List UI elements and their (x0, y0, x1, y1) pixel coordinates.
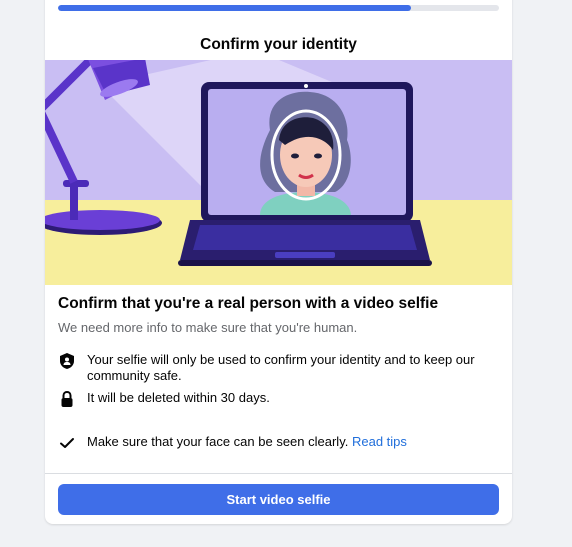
face-visible-text: Make sure that your face can be seen cle… (87, 434, 349, 449)
dialog-title: Confirm your identity (200, 36, 357, 53)
identity-dialog: Confirm your identity Confirm that you'r… (45, 0, 512, 524)
info-item-privacy: Your selfie will only be used to confirm… (58, 352, 498, 384)
shield-person-icon (58, 352, 76, 370)
checkmark-icon (58, 434, 76, 452)
progress-bar (58, 5, 499, 11)
progress-bar-fill (58, 5, 411, 11)
lock-icon (58, 390, 76, 408)
footer-divider (45, 473, 512, 474)
video-selfie-illustration (45, 60, 512, 285)
laptop-graphic (178, 82, 432, 266)
start-video-selfie-button[interactable]: Start video selfie (58, 484, 499, 515)
info-item-face-visible: Make sure that your face can be seen cle… (58, 434, 498, 452)
read-tips-link[interactable]: Read tips (352, 434, 407, 449)
info-text-face-visible: Make sure that your face can be seen cle… (87, 434, 407, 450)
info-item-deletion: It will be deleted within 30 days. (58, 390, 498, 408)
selfie-subtext: We need more info to make sure that you'… (58, 320, 358, 335)
info-text-privacy: Your selfie will only be used to confirm… (87, 352, 475, 383)
selfie-heading: Confirm that you're a real person with a… (58, 295, 439, 312)
info-text-deletion: It will be deleted within 30 days. (87, 390, 270, 405)
